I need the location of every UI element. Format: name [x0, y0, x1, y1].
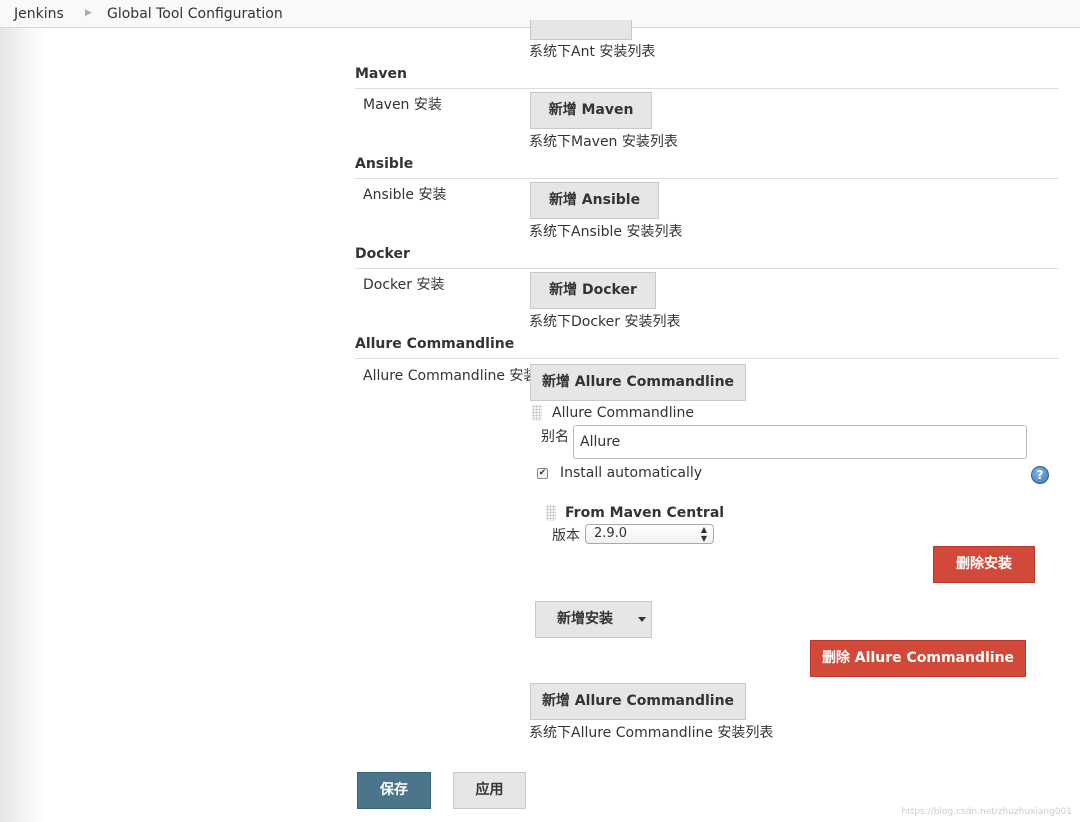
add-ant-button[interactable]	[530, 20, 632, 40]
docker-section-title: Docker	[355, 246, 410, 262]
breadcrumb-global-tool-configuration[interactable]: Global Tool Configuration	[107, 6, 283, 22]
section-divider	[355, 88, 1059, 89]
install-automatically-label: Install automatically	[560, 465, 703, 481]
caret-down-icon	[637, 616, 646, 622]
add-allure-commandline-button-bottom[interactable]: 新增 Allure Commandline	[530, 683, 746, 720]
docker-installations-label: Docker 安装	[363, 277, 445, 293]
maven-section-title: Maven	[355, 66, 407, 82]
allure-section-title: Allure Commandline	[355, 336, 515, 352]
add-docker-button[interactable]: 新增 Docker	[530, 272, 656, 309]
maven-installations-label: Maven 安装	[363, 97, 442, 113]
drag-handle-icon[interactable]	[532, 405, 542, 421]
save-button[interactable]: 保存	[357, 772, 431, 809]
alias-input[interactable]	[573, 425, 1027, 459]
delete-installer-button[interactable]: 删除安装	[933, 546, 1035, 583]
section-divider	[355, 268, 1059, 269]
ansible-installations-label: Ansible 安装	[363, 187, 447, 203]
drag-handle-icon[interactable]	[546, 505, 556, 521]
allure-installations-label: Allure Commandline 安装	[363, 368, 538, 384]
add-installer-dropdown-button[interactable]: 新增安装	[535, 601, 652, 638]
section-divider	[355, 178, 1059, 179]
ansible-list-help: 系统下Ansible 安装列表	[529, 224, 683, 240]
version-label: 版本	[552, 528, 580, 544]
docker-list-help: 系统下Docker 安装列表	[529, 314, 681, 330]
install-automatically-checkbox[interactable]: ✔	[537, 468, 548, 479]
ant-list-help: 系统下Ant 安装列表	[529, 44, 656, 60]
section-divider	[355, 358, 1059, 359]
allure-list-help: 系统下Allure Commandline 安装列表	[529, 725, 774, 741]
ansible-section-title: Ansible	[355, 156, 414, 172]
add-maven-button[interactable]: 新增 Maven	[530, 92, 652, 129]
breadcrumb-jenkins[interactable]: Jenkins	[14, 6, 64, 22]
add-ansible-button[interactable]: 新增 Ansible	[530, 182, 659, 219]
installation-header: Allure Commandline	[552, 405, 694, 421]
page-shadow	[0, 28, 48, 822]
apply-button[interactable]: 应用	[453, 772, 526, 809]
version-select-value: 2.9.0	[594, 526, 628, 541]
breadcrumb-separator-icon: ▶	[85, 8, 92, 18]
version-select[interactable]: 2.9.0 ▲ ▼	[585, 524, 714, 544]
delete-allure-commandline-button[interactable]: 删除 Allure Commandline	[810, 640, 1026, 677]
watermark: https://blog.csdn.net/zhuzhuxiang001	[901, 807, 1072, 817]
help-icon[interactable]: ?	[1031, 466, 1049, 484]
add-allure-commandline-button[interactable]: 新增 Allure Commandline	[530, 364, 746, 401]
alias-label: 别名	[541, 429, 569, 445]
add-installer-label: 新增安装	[557, 611, 613, 627]
select-arrows-icon: ▲ ▼	[700, 525, 707, 543]
maven-list-help: 系统下Maven 安装列表	[529, 134, 678, 150]
installer-title: From Maven Central	[565, 505, 725, 521]
